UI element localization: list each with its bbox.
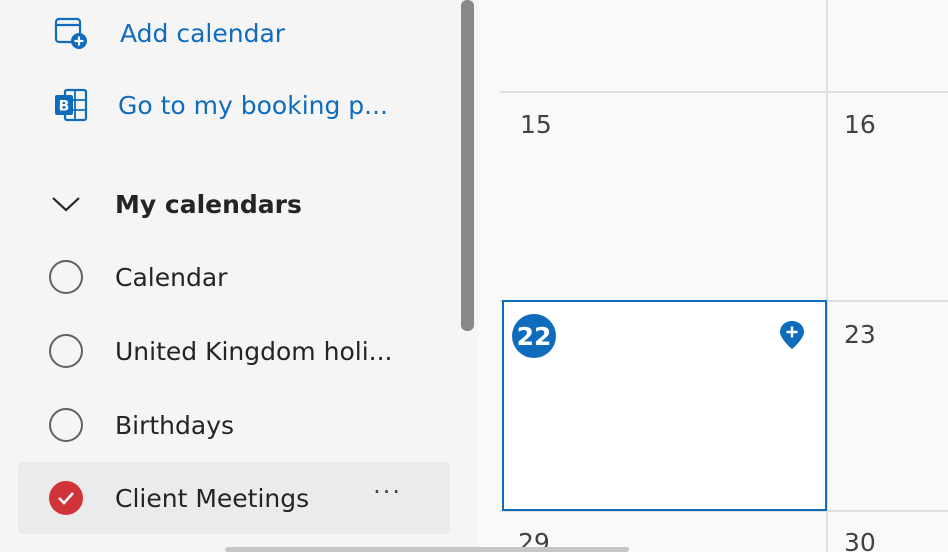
sidebar-scrollbar[interactable] xyxy=(461,0,474,331)
checked-circle-icon[interactable] xyxy=(49,481,83,515)
chevron-down-icon xyxy=(50,188,82,220)
booking-page-label: Go to my booking p... xyxy=(118,90,389,120)
svg-text:B: B xyxy=(59,99,70,115)
my-calendars-header[interactable]: My calendars xyxy=(50,184,302,224)
horizontal-scrollbar[interactable] xyxy=(225,547,629,552)
day-number-15[interactable]: 15 xyxy=(520,110,552,139)
calendar-item-label: Birthdays xyxy=(115,410,235,440)
day-number-23[interactable]: 23 xyxy=(844,320,876,349)
calendar-item-client-meetings[interactable]: Client Meetings ··· xyxy=(18,462,450,534)
more-options-icon[interactable]: ··· xyxy=(373,478,402,506)
unchecked-circle-icon[interactable] xyxy=(49,260,83,294)
today-badge: 22 xyxy=(512,314,556,358)
sidebar: Add calendar B Go to my booking p... My … xyxy=(0,0,478,552)
booking-page-link[interactable]: B Go to my booking p... xyxy=(52,86,388,124)
calendar-item-calendar[interactable]: Calendar xyxy=(18,241,450,313)
day-number-16[interactable]: 16 xyxy=(844,110,876,139)
week-divider xyxy=(500,91,948,93)
add-calendar-button[interactable]: Add calendar xyxy=(52,14,285,52)
unchecked-circle-icon[interactable] xyxy=(49,334,83,368)
today-cell[interactable]: 22 xyxy=(502,300,827,511)
unchecked-circle-icon[interactable] xyxy=(49,408,83,442)
add-event-icon[interactable] xyxy=(779,320,805,350)
month-grid: 15 16 22 23 29 30 xyxy=(500,0,948,552)
add-calendar-label: Add calendar xyxy=(120,18,286,48)
calendar-item-uk-holidays[interactable]: United Kingdom holi... xyxy=(18,315,450,387)
add-calendar-icon xyxy=(52,14,90,52)
section-title: My calendars xyxy=(115,189,302,219)
day-number-30[interactable]: 30 xyxy=(844,528,876,552)
bookings-icon: B xyxy=(52,86,90,124)
calendar-item-label: Client Meetings xyxy=(115,483,310,513)
calendar-item-label: United Kingdom holi... xyxy=(115,336,393,366)
calendar-item-label: Calendar xyxy=(115,262,228,292)
calendar-item-birthdays[interactable]: Birthdays xyxy=(18,389,450,461)
